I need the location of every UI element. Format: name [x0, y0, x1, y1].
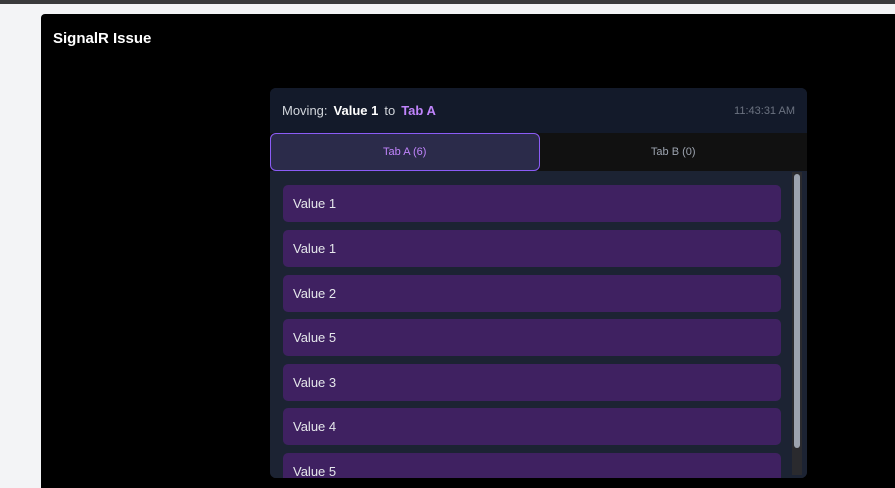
list-item[interactable]: Value 3 — [283, 364, 781, 401]
drag-card: Moving: Value 1 to Tab A 11:43:31 AM Tab… — [270, 88, 807, 478]
moving-label: Moving: — [282, 103, 328, 118]
item-list: Value 1 Value 1 Value 2 Value 5 Value 3 … — [270, 171, 807, 478]
status-timestamp: 11:43:31 AM — [734, 104, 795, 117]
tab-bar: Tab A (6) Tab B (0) — [270, 133, 807, 171]
moving-item-name: Value 1 — [333, 103, 379, 118]
tab-b[interactable]: Tab B (0) — [540, 133, 808, 171]
list-item[interactable]: Value 4 — [283, 408, 781, 445]
page-title: SignalR Issue — [53, 30, 152, 47]
status-header: Moving: Value 1 to Tab A 11:43:31 AM — [270, 88, 807, 133]
main-panel: SignalR Issue Moving: Value 1 to Tab A 1… — [41, 14, 895, 488]
tab-a[interactable]: Tab A (6) — [270, 133, 540, 171]
list-item[interactable]: Value 5 — [283, 319, 781, 356]
list-scrollbar[interactable] — [792, 172, 802, 475]
list-item[interactable]: Value 5 — [283, 453, 781, 478]
moving-connector: to — [384, 103, 396, 118]
moving-target-tab: Tab A — [401, 103, 436, 118]
list-item[interactable]: Value 1 — [283, 185, 781, 222]
list-item[interactable]: Value 1 — [283, 230, 781, 267]
top-bar — [0, 0, 895, 4]
list-item[interactable]: Value 2 — [283, 275, 781, 312]
scrollbar-thumb[interactable] — [794, 174, 800, 448]
